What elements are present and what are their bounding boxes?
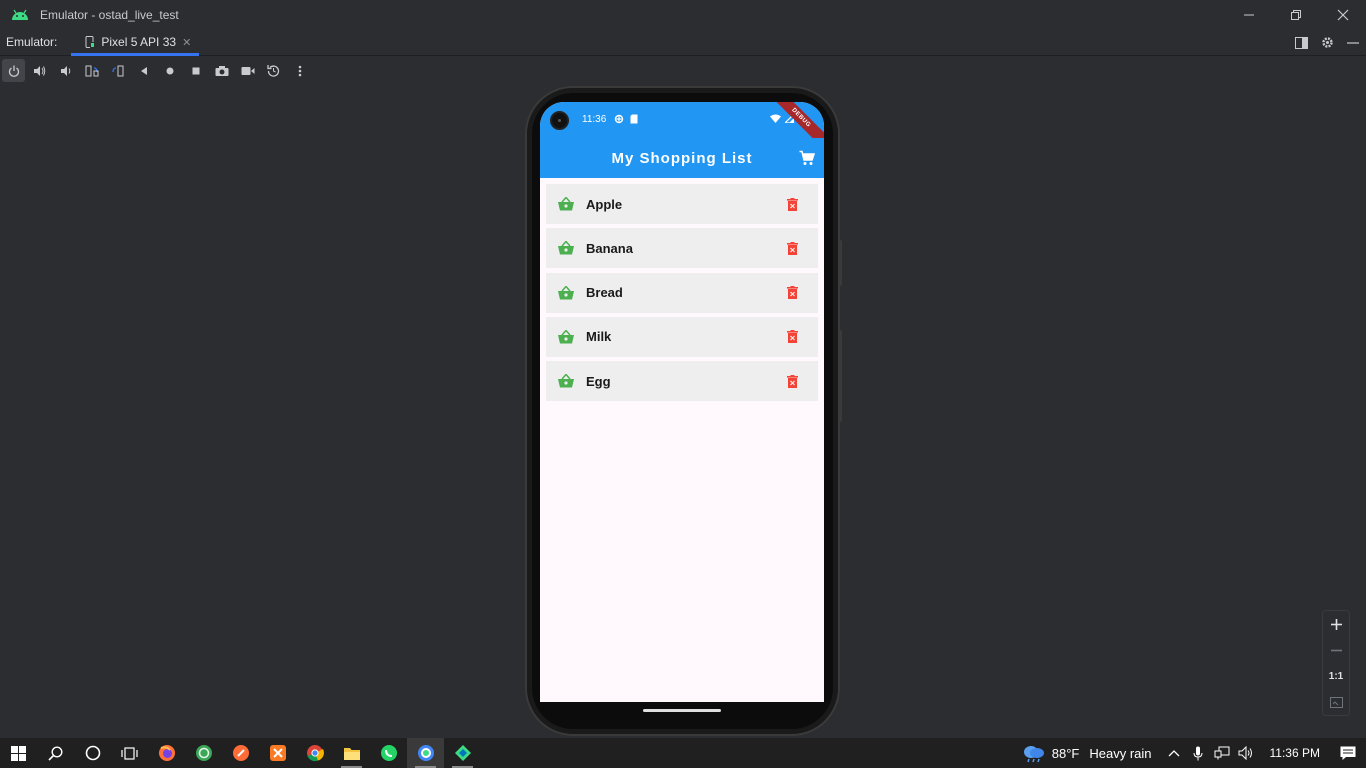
shopping-basket-icon <box>557 372 575 390</box>
task-view-icon[interactable] <box>111 738 148 768</box>
emulator-toolbar <box>0 57 1366 84</box>
phone-volume-button <box>838 330 842 422</box>
power-icon[interactable] <box>2 59 25 82</box>
delete-icon[interactable] <box>784 240 800 256</box>
item-label: Bread <box>586 285 623 301</box>
delete-icon[interactable] <box>784 285 800 301</box>
split-view-icon[interactable] <box>1292 34 1310 52</box>
chrome-icon[interactable] <box>296 738 333 768</box>
snapshot-restore-icon[interactable] <box>262 59 285 82</box>
search-icon[interactable] <box>37 738 74 768</box>
device-icon <box>85 36 96 48</box>
shopping-basket-icon <box>557 239 575 257</box>
item-label: Apple <box>586 196 623 212</box>
android-icon <box>0 0 40 29</box>
record-video-icon[interactable] <box>236 59 259 82</box>
item-label: Banana <box>586 240 633 256</box>
speaker-icon[interactable] <box>1234 738 1258 768</box>
xampp-icon[interactable] <box>259 738 296 768</box>
item-label: Milk <box>586 329 612 345</box>
window-title: Emulator - ostad_live_test <box>40 7 179 22</box>
zoom-actual-size-label: 1:1 <box>1328 670 1344 682</box>
list-item[interactable]: Milk <box>546 316 818 357</box>
delete-icon[interactable] <box>784 373 800 389</box>
zoom-fit-icon[interactable] <box>1326 692 1346 712</box>
network-icon[interactable] <box>1210 738 1234 768</box>
app-title: My Shopping List <box>611 149 753 167</box>
list-item[interactable]: Bread <box>546 272 818 313</box>
file-explorer-icon[interactable] <box>333 738 370 768</box>
app-bar: My Shopping List <box>540 138 824 178</box>
home-icon[interactable] <box>158 59 181 82</box>
rotate-right-icon[interactable] <box>106 59 129 82</box>
back-icon[interactable] <box>132 59 155 82</box>
list-item[interactable]: Apple <box>546 184 818 224</box>
system-tray: 88°F Heavy rain 11:36 PM <box>1022 738 1366 768</box>
weather-cloud-rain-icon[interactable] <box>1022 738 1046 768</box>
volume-down-icon[interactable] <box>54 59 77 82</box>
list-item[interactable]: Banana <box>546 228 818 269</box>
android-studio-icon[interactable] <box>407 738 444 768</box>
whatsapp-icon[interactable] <box>370 738 407 768</box>
more-options-icon[interactable] <box>288 59 311 82</box>
shopping-list: Apple Banana Bread Milk Egg <box>546 184 818 405</box>
shopping-cart-icon[interactable] <box>798 149 816 167</box>
zoom-controls: 1:1 <box>1322 610 1350 716</box>
green-app-icon[interactable] <box>185 738 222 768</box>
tab-close-icon[interactable]: ✕ <box>182 36 191 49</box>
zoom-in-icon[interactable] <box>1326 614 1346 634</box>
close-button[interactable] <box>1319 0 1366 29</box>
zoom-out-icon[interactable] <box>1326 640 1346 660</box>
item-label: Egg <box>586 373 611 389</box>
restore-button[interactable] <box>1272 0 1319 29</box>
rotate-left-icon[interactable] <box>80 59 103 82</box>
postman-icon[interactable] <box>222 738 259 768</box>
windows-taskbar: 88°F Heavy rain 11:36 PM <box>0 738 1366 768</box>
volume-up-icon[interactable] <box>28 59 51 82</box>
tab-device[interactable]: Pixel 5 API 33 ✕ <box>71 29 200 56</box>
tab-label: Pixel 5 API 33 <box>101 35 177 49</box>
zoom-actual-size-button[interactable]: 1:1 <box>1326 666 1346 686</box>
hide-panel-icon[interactable] <box>1344 34 1362 52</box>
weather-temperature[interactable]: 88°F <box>1052 746 1080 761</box>
screenshot-camera-icon[interactable] <box>210 59 233 82</box>
front-camera <box>550 111 569 130</box>
chevron-up-icon[interactable] <box>1162 738 1186 768</box>
device-screen[interactable]: 11:36 DEBUG My Shopping List Apple Banan… <box>540 102 824 702</box>
wifi-icon <box>770 114 781 123</box>
emulator-tabbar: Emulator: Pixel 5 API 33 ✕ <box>0 29 1366 56</box>
settings-gear-icon[interactable] <box>1318 34 1336 52</box>
cortana-icon[interactable] <box>74 738 111 768</box>
minimize-button[interactable] <box>1225 0 1272 29</box>
gesture-home-bar[interactable] <box>643 709 721 712</box>
sd-card-icon <box>630 114 638 124</box>
overview-icon[interactable] <box>184 59 207 82</box>
notification-center-icon[interactable] <box>1330 738 1366 768</box>
title-bar: Emulator - ostad_live_test <box>0 0 1366 29</box>
taskbar-clock[interactable]: 11:36 PM <box>1270 746 1320 760</box>
status-time: 11:36 <box>582 114 607 125</box>
shopping-basket-icon <box>557 284 575 302</box>
delete-icon[interactable] <box>784 196 800 212</box>
phone-side-button <box>838 240 842 286</box>
firefox-icon[interactable] <box>148 738 185 768</box>
shopping-basket-icon <box>557 328 575 346</box>
shopping-basket-icon <box>557 195 575 213</box>
data-saver-icon <box>614 114 624 124</box>
weather-description[interactable]: Heavy rain <box>1089 746 1151 761</box>
windows-start-icon[interactable] <box>0 738 37 768</box>
status-bar: 11:36 DEBUG <box>540 102 824 155</box>
microphone-icon[interactable] <box>1186 738 1210 768</box>
emulator-label: Emulator: <box>6 35 58 49</box>
dart-emulator-icon[interactable] <box>444 738 481 768</box>
list-item[interactable]: Egg <box>546 361 818 402</box>
delete-icon[interactable] <box>784 329 800 345</box>
